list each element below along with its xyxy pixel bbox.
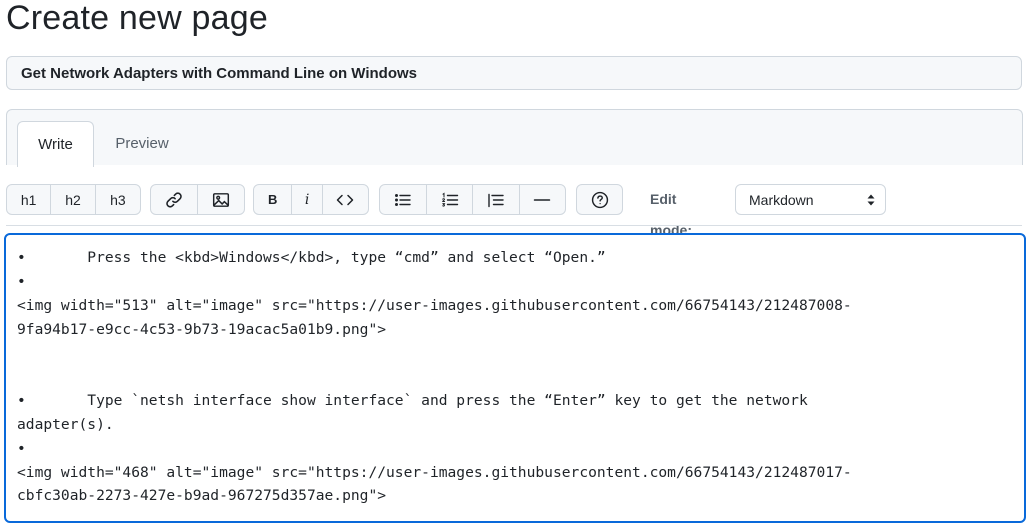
task-list-button[interactable] — [472, 185, 519, 214]
toolbar-divider — [6, 225, 1022, 226]
list-button-group — [379, 184, 566, 215]
h1-button[interactable]: h1 — [7, 185, 50, 214]
link-button[interactable] — [151, 185, 197, 214]
code-button[interactable] — [321, 185, 368, 214]
bold-button[interactable]: B — [254, 185, 291, 214]
edit-mode-label: Edit mode: — [650, 191, 692, 238]
editor-content: • Press the <kbd>Windows</kbd>, type “cm… — [17, 249, 852, 505]
page-title: Create new page — [6, 0, 268, 37]
insert-button-group — [150, 184, 245, 215]
tab-write[interactable]: Write — [17, 121, 94, 167]
markdown-editor-textarea[interactable]: • Press the <kbd>Windows</kbd>, type “cm… — [4, 233, 1026, 523]
h3-button[interactable]: h3 — [94, 185, 140, 214]
italic-button[interactable]: i — [291, 185, 321, 214]
horizontal-rule-button[interactable] — [518, 185, 566, 214]
select-chevron-icon — [867, 194, 875, 206]
heading-button-group: h1 h2 h3 — [6, 184, 141, 215]
help-button[interactable] — [577, 185, 622, 214]
help-button-group — [576, 184, 623, 215]
unordered-list-icon — [395, 193, 411, 206]
tab-preview[interactable]: Preview — [99, 121, 185, 166]
link-icon — [166, 191, 182, 208]
h2-button[interactable]: h2 — [50, 185, 94, 214]
image-button[interactable] — [197, 185, 244, 214]
edit-mode-value: Markdown — [749, 191, 814, 208]
editor-tabs-header: Write Preview — [6, 109, 1023, 167]
horizontal-rule-icon — [534, 198, 551, 201]
image-icon — [212, 192, 230, 207]
task-list-icon — [488, 193, 504, 207]
ordered-list-button[interactable] — [426, 185, 472, 214]
question-icon — [591, 191, 608, 208]
format-button-group: B i — [253, 184, 369, 215]
page-title-input[interactable] — [6, 56, 1022, 90]
ordered-list-icon — [441, 192, 458, 207]
code-icon — [337, 194, 354, 205]
edit-mode-select[interactable]: Markdown — [735, 184, 886, 215]
unordered-list-button[interactable] — [380, 185, 426, 214]
